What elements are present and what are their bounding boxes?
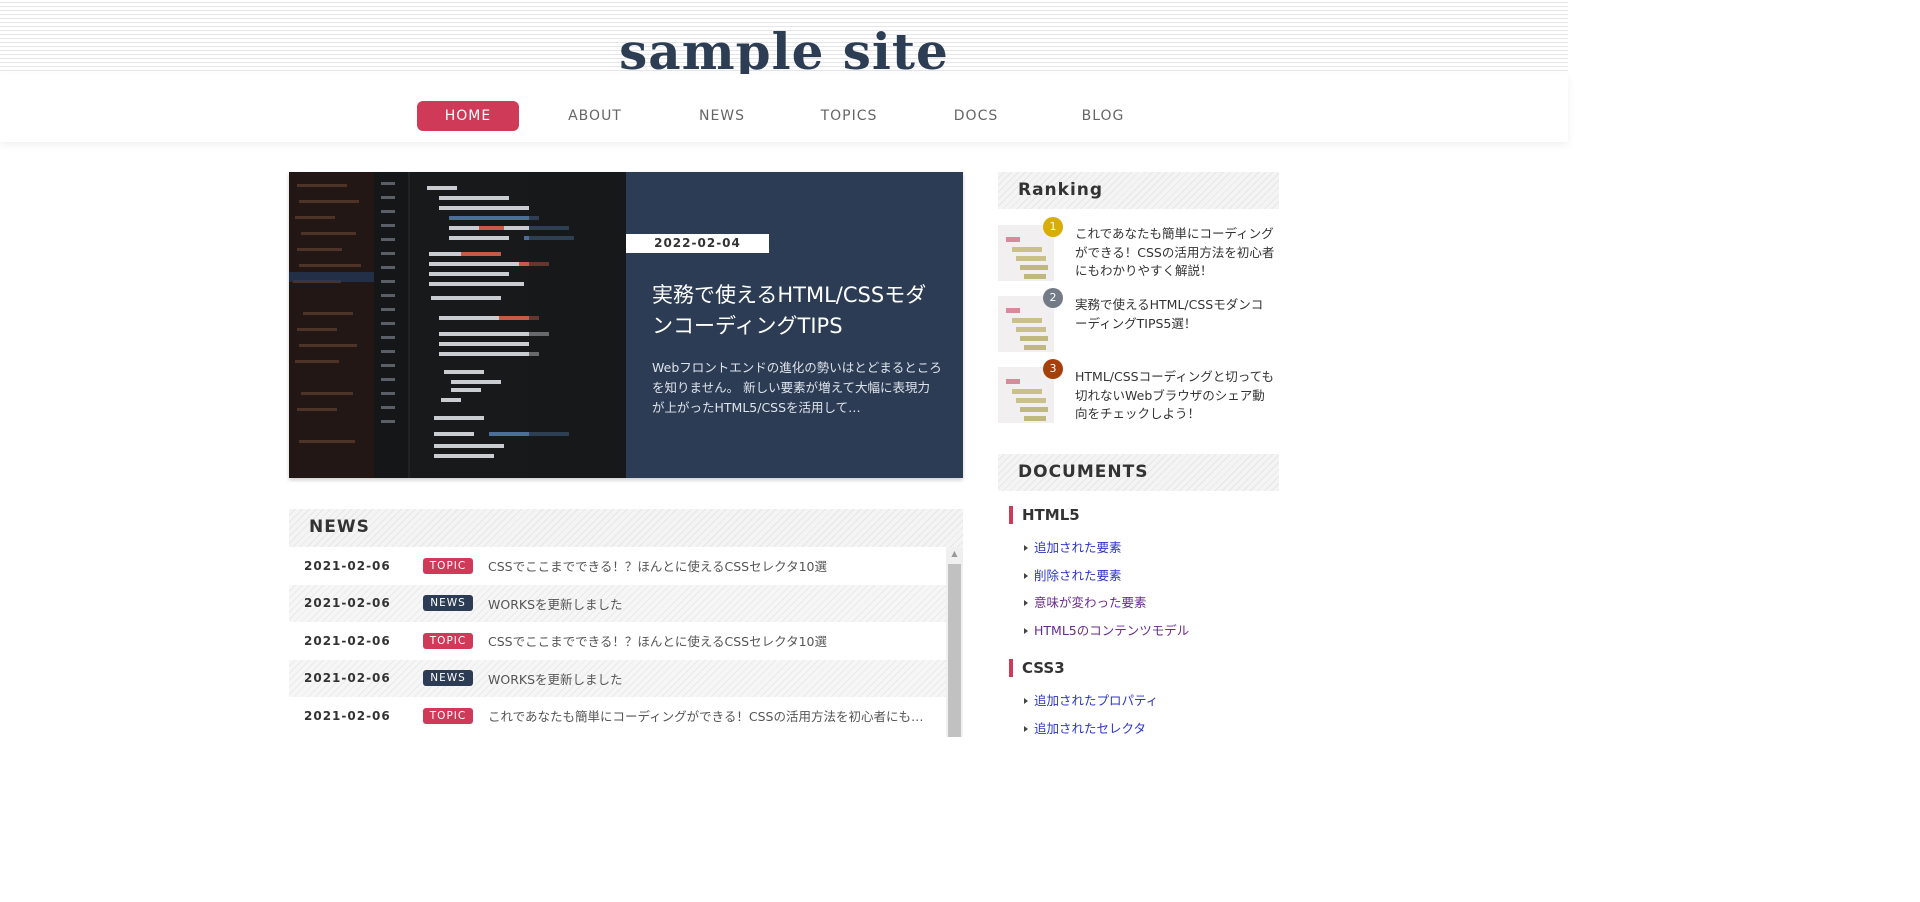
header-banner: sample site	[0, 0, 1568, 81]
nav-about[interactable]: ABOUT	[544, 101, 646, 131]
rank-badge: 2	[1043, 288, 1063, 308]
news-heading: NEWS	[289, 509, 963, 547]
nav-news[interactable]: NEWS	[671, 101, 773, 131]
hero-title[interactable]: 実務で使えるHTML/CSSモダンコーディングTIPS	[652, 280, 942, 342]
news-date: 2021-02-06	[304, 596, 391, 611]
documents-heading: DOCUMENTS	[998, 454, 1279, 491]
news-title[interactable]: WORKSを更新しました	[488, 594, 928, 613]
news-row[interactable]: 2021-02-06 TOPIC CSSでここまでできる！？ほんとに使えるCSS…	[289, 622, 946, 660]
topic-badge: TOPIC	[423, 707, 473, 724]
doc-link[interactable]: 意味が変わった要素	[1024, 592, 1147, 611]
ranking-title[interactable]: HTML/CSSコーディングと切っても切れないWebブラウザのシェア動向をチェッ…	[1075, 368, 1275, 424]
ranking-title[interactable]: これであなたも簡単にコーディングができる！CSSの活用方法を初心者にもわかりやす…	[1075, 225, 1275, 281]
scroll-thumb[interactable]	[948, 564, 961, 737]
news-date: 2021-02-06	[304, 671, 391, 686]
news-row[interactable]: 2021-02-06 NEWS WORKSを更新しました	[289, 584, 946, 622]
topic-badge: TOPIC	[423, 557, 473, 574]
news-scrollbar[interactable]: ▲	[946, 547, 963, 737]
doc-link[interactable]: 追加されたセレクタ	[1024, 718, 1146, 737]
caret-right-icon	[1024, 628, 1028, 634]
caret-right-icon	[1024, 698, 1028, 704]
news-title[interactable]: これであなたも簡単にコーディングができる！CSSの活用方法を初心者にもわかりやす…	[488, 706, 928, 725]
hero-article[interactable]: 2022-02-04 実務で使えるHTML/CSSモダンコーディングTIPS W…	[289, 172, 963, 478]
scroll-up-icon[interactable]: ▲	[946, 547, 963, 561]
doc-link[interactable]: HTML5のコンテンツモデル	[1024, 620, 1189, 639]
ranking-item[interactable]: 1 これであなたも簡単にコーディングができる！CSSの活用方法を初心者にもわかり…	[998, 217, 1279, 283]
news-row[interactable]: 2021-02-06 TOPIC CSSでここまでできる！？ほんとに使えるCSS…	[289, 547, 946, 585]
news-date: 2021-02-06	[304, 558, 391, 573]
ranking-title[interactable]: 実務で使えるHTML/CSSモダンコーディングTIPS5選！	[1075, 296, 1275, 333]
news-date: 2021-02-06	[304, 633, 391, 648]
ranking-heading: Ranking	[998, 172, 1279, 209]
topic-badge: TOPIC	[423, 632, 473, 649]
news-title[interactable]: CSSでここまでできる！？ほんとに使えるCSSセレクタ10選	[488, 556, 928, 575]
doc-link[interactable]: 追加された要素	[1024, 537, 1122, 556]
news-title[interactable]: WORKSを更新しました	[488, 669, 928, 688]
hero-date: 2022-02-04	[626, 234, 769, 253]
main-nav: HOME ABOUT NEWS TOPICS DOCS BLOG	[417, 101, 1179, 131]
rank-badge: 1	[1043, 217, 1063, 237]
doc-category-html5: HTML5	[1009, 506, 1080, 524]
hero-panel: 2022-02-04 実務で使えるHTML/CSSモダンコーディングTIPS W…	[626, 172, 963, 478]
news-list[interactable]: 2021-02-06 TOPIC CSSでここまでできる！？ほんとに使えるCSS…	[289, 547, 963, 737]
ranking-item[interactable]: 3 HTML/CSSコーディングと切っても切れないWebブラウザのシェア動向をチ…	[998, 359, 1279, 425]
news-date: 2021-02-06	[304, 708, 391, 723]
news-row[interactable]: 2021-02-06 NEWS WORKSを更新しました	[289, 659, 946, 697]
caret-right-icon	[1024, 573, 1028, 579]
rank-badge: 3	[1043, 359, 1063, 379]
ranking-item[interactable]: 2 実務で使えるHTML/CSSモダンコーディングTIPS5選！	[998, 288, 1279, 354]
nav-topics[interactable]: TOPICS	[798, 101, 900, 131]
nav-docs[interactable]: DOCS	[925, 101, 1027, 131]
news-row[interactable]: 2021-02-06 TOPIC これであなたも簡単にコーディングができる！CS…	[289, 697, 946, 735]
doc-link[interactable]: 追加されたプロパティ	[1024, 690, 1158, 709]
site-logo[interactable]: sample site	[0, 22, 1568, 82]
caret-right-icon	[1024, 600, 1028, 606]
hero-excerpt: Webフロントエンドの進化の勢いはとどまるところを知りません。 新しい要素が増え…	[652, 360, 942, 415]
news-title[interactable]: CSSでここまでできる！？ほんとに使えるCSSセレクタ10選	[488, 631, 928, 650]
hero-code-image	[289, 172, 626, 478]
caret-right-icon	[1024, 545, 1028, 551]
nav-home[interactable]: HOME	[417, 101, 519, 131]
nav-blog[interactable]: BLOG	[1052, 101, 1154, 131]
news-badge: NEWS	[423, 595, 473, 612]
caret-right-icon	[1024, 726, 1028, 732]
doc-link[interactable]: 削除された要素	[1024, 565, 1122, 584]
news-badge: NEWS	[423, 670, 473, 687]
doc-category-css3: CSS3	[1009, 659, 1065, 677]
code-editor-image	[289, 172, 626, 478]
nav-bar: HOME ABOUT NEWS TOPICS DOCS BLOG	[0, 74, 1568, 142]
